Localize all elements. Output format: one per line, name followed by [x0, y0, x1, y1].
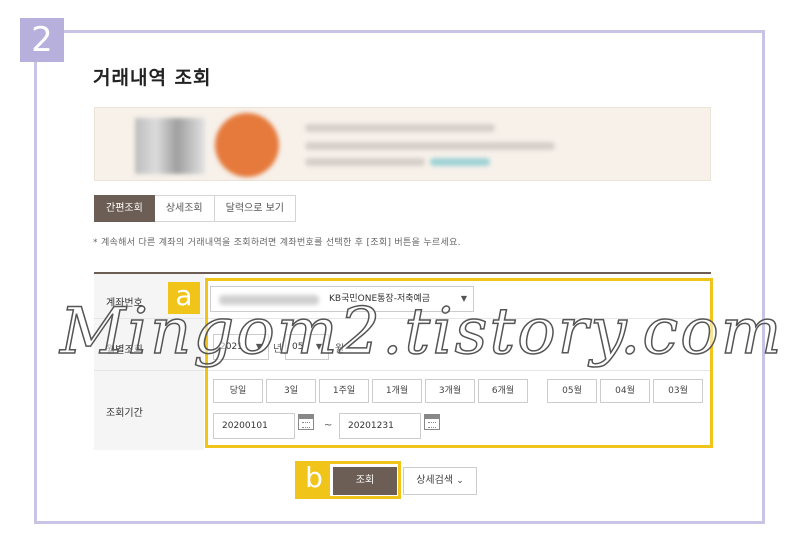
- blurred-account-number: [219, 295, 319, 305]
- view-tabs: 간편조회 상세조회 달력으로 보기: [94, 195, 297, 222]
- account-number-label: 계좌번호: [106, 298, 143, 309]
- blurred-link: [430, 158, 490, 166]
- caret-down-icon: ▼: [460, 294, 467, 303]
- end-date-input[interactable]: 20201231: [339, 413, 421, 439]
- period-6months-button[interactable]: 6개월: [478, 379, 528, 403]
- calendar-icon[interactable]: [424, 414, 440, 430]
- month-select-value: 05: [292, 342, 304, 352]
- step-number-badge: 2: [20, 18, 64, 62]
- account-select[interactable]: KB국민ONE통장-저축예금 ▼: [210, 286, 474, 312]
- date-range-separator: ~: [324, 420, 333, 431]
- caret-down-icon: ▼: [255, 342, 262, 351]
- blurred-text: [305, 124, 495, 132]
- detail-search-button[interactable]: 상세검색 ⌄: [403, 467, 477, 495]
- start-date-input[interactable]: 20200101: [213, 413, 295, 439]
- year-select[interactable]: 2021 ▼: [213, 334, 269, 360]
- period-3months-button[interactable]: 3개월: [425, 379, 475, 403]
- caret-down-icon: ▼: [315, 342, 322, 351]
- tab-detail-inquiry[interactable]: 상세조회: [154, 195, 215, 222]
- period-1week-button[interactable]: 1주일: [319, 379, 369, 403]
- highlight-label-a: a: [168, 282, 200, 314]
- tab-calendar-view[interactable]: 달력으로 보기: [214, 195, 297, 222]
- period-today-button[interactable]: 당일: [213, 379, 263, 403]
- page-title: 거래내역 조회: [93, 67, 212, 89]
- inquiry-period-label: 조회기간: [106, 408, 143, 419]
- year-unit: 년: [273, 344, 283, 355]
- chevron-down-icon: ⌄: [456, 476, 464, 486]
- month-may-button[interactable]: 05월: [547, 379, 597, 403]
- blurred-logo: [135, 118, 205, 174]
- promo-banner: [94, 107, 711, 181]
- year-select-value: 2021: [220, 342, 243, 352]
- detail-search-label: 상세검색: [416, 475, 454, 486]
- month-march-button[interactable]: 03월: [653, 379, 703, 403]
- notice-text: * 계속해서 다른 계좌의 거래내역을 조회하려면 계좌번호를 선택한 후 [조…: [93, 238, 461, 248]
- blurred-text: [305, 142, 555, 150]
- blurred-text: [305, 158, 425, 166]
- highlight-label-b: b: [298, 464, 330, 496]
- period-3days-button[interactable]: 3일: [266, 379, 316, 403]
- calendar-icon[interactable]: [298, 414, 314, 430]
- blurred-emblem: [215, 113, 279, 177]
- account-select-value: KB국민ONE통장-저축예금: [329, 294, 431, 304]
- search-button[interactable]: 조회: [333, 467, 397, 495]
- month-april-button[interactable]: 04월: [600, 379, 650, 403]
- month-select[interactable]: 05 ▼: [285, 334, 329, 360]
- month-unit: 월: [335, 344, 345, 355]
- monthly-inquiry-label: 월별조회: [106, 345, 143, 356]
- tab-simple-inquiry[interactable]: 간편조회: [94, 195, 155, 222]
- period-1month-button[interactable]: 1개월: [372, 379, 422, 403]
